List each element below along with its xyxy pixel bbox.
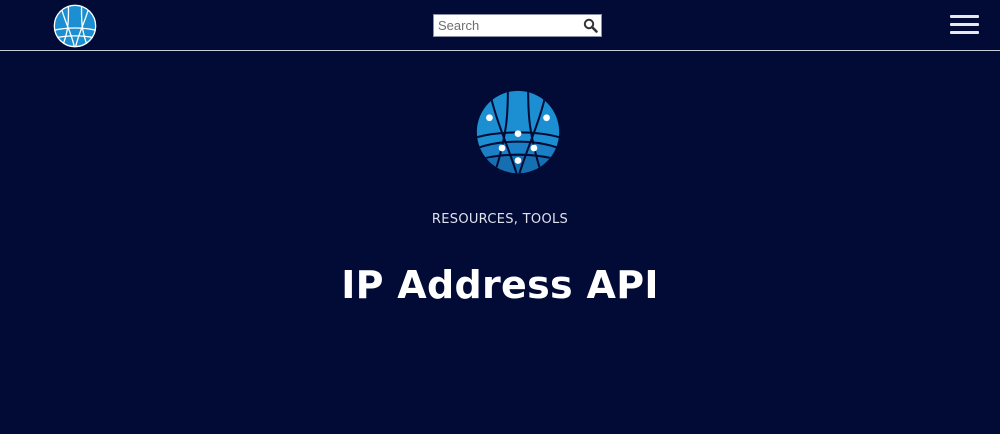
post-categories: RESOURCES, TOOLS [0,212,1000,227]
search-box [433,14,602,37]
hero-logo [476,90,560,174]
category-separator: , [513,212,523,227]
globe-network-icon [53,4,97,48]
search-input[interactable] [434,15,580,36]
menu-button[interactable] [950,15,979,35]
menu-bar [950,31,979,34]
menu-bar [950,15,979,18]
category-link-resources[interactable]: RESOURCES [432,212,514,227]
page: RESOURCES, TOOLS IP Address API [0,0,1000,434]
menu-bar [950,23,979,26]
search-button[interactable] [581,16,600,35]
category-link-tools[interactable]: TOOLS [523,212,568,227]
site-logo-link[interactable] [53,4,97,48]
globe-network-icon [476,90,560,174]
site-header [0,0,1000,51]
magnifier-icon [581,16,600,35]
page-title: IP Address API [341,263,659,307]
